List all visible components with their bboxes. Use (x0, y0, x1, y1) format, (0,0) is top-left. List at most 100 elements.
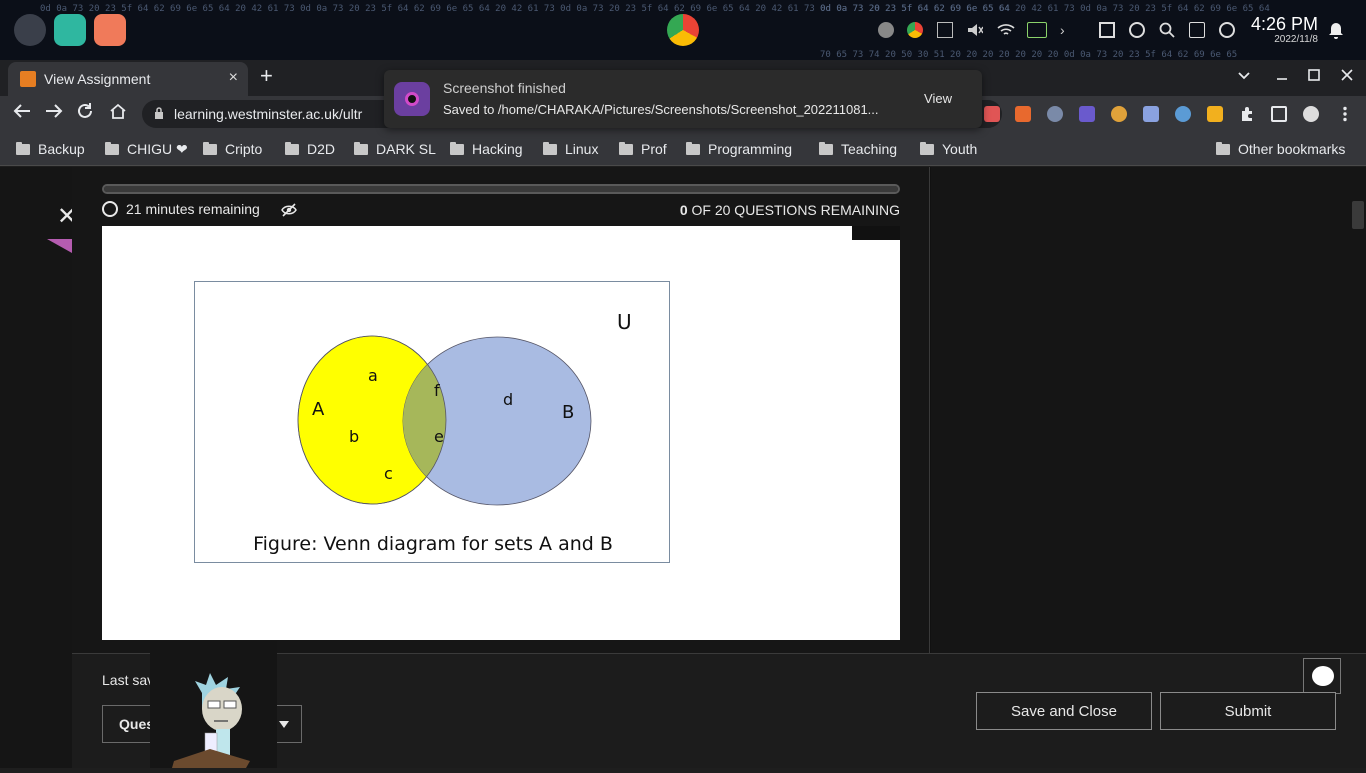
bookmark-folder[interactable]: Programming (686, 141, 792, 159)
question-select-label: Ques (119, 716, 155, 732)
extension-icon[interactable] (1015, 106, 1031, 122)
reload-icon[interactable] (75, 103, 97, 124)
notification-bell-icon[interactable] (1328, 22, 1344, 39)
screenshot-icon[interactable] (1099, 22, 1115, 38)
battery-icon[interactable] (1027, 22, 1047, 38)
tab-search-chevron-icon[interactable] (1238, 68, 1250, 84)
bookmark-folder[interactable]: D2D (285, 141, 335, 159)
folder-icon (686, 142, 700, 155)
left-rail: ✕ (0, 167, 77, 768)
bookmark-label: Teaching (841, 141, 898, 157)
bookmark-folder[interactable]: Youth (920, 141, 977, 159)
notification-message: Saved to /home/CHARAKA/Pictures/Screensh… (443, 102, 879, 117)
bookmark-label: Other bookmarks (1238, 141, 1346, 157)
lock-icon (155, 107, 163, 119)
screenshot-notification[interactable]: Screenshot finished Saved to /home/CHARA… (384, 70, 982, 128)
bookmark-label: DARK SL (376, 141, 436, 157)
bookmark-label: CHIGU ❤ (127, 141, 188, 157)
keyboard-icon[interactable] (937, 22, 953, 38)
last-saved-text: Last sav (102, 672, 155, 688)
scrollbar-thumb[interactable] (1352, 201, 1364, 229)
element-c: c (384, 464, 393, 483)
venn-diagram: U A B a b c f e d Figure: Venn diagram f… (253, 310, 632, 555)
pencil-favicon-icon (20, 71, 36, 87)
activity-icon[interactable] (1129, 22, 1145, 38)
bookmark-folder[interactable]: Hacking (450, 141, 523, 159)
app-launcher-icon[interactable] (14, 14, 46, 46)
bookmark-label: Youth (942, 141, 978, 157)
venn-caption: Figure: Venn diagram for sets A and B (253, 533, 613, 555)
other-bookmarks-folder[interactable]: Other bookmarks (1216, 141, 1345, 159)
submit-button[interactable]: Submit (1160, 692, 1336, 730)
extension-icon[interactable] (1079, 106, 1095, 122)
search-icon[interactable] (1159, 22, 1175, 38)
progress-fill (104, 186, 898, 192)
terminal-app-icon[interactable] (54, 14, 86, 46)
tab-close-icon[interactable]: × (229, 69, 238, 87)
question-card: U A B a b c f e d Figure: Venn diagram f… (102, 226, 900, 640)
bookmark-label: Linux (565, 141, 599, 157)
questions-remaining: 0 OF 20 QUESTIONS REMAINING (680, 202, 900, 218)
keyboard-layout-icon[interactable] (1189, 22, 1205, 38)
profile-avatar-icon[interactable] (1303, 106, 1319, 122)
card-corner-tab (852, 226, 900, 240)
back-arrow-icon[interactable] (11, 103, 33, 124)
extension-icon[interactable] (1111, 106, 1127, 122)
bookmark-folder[interactable]: Cripto (203, 141, 262, 159)
folder-icon (619, 142, 633, 155)
power-icon[interactable] (1219, 22, 1235, 38)
element-d: d (503, 390, 513, 409)
corner-triangle-icon (47, 239, 72, 253)
notification-title: Screenshot finished (443, 80, 566, 96)
volume-muted-icon[interactable] (967, 22, 984, 38)
tray-app-icon[interactable] (878, 22, 894, 38)
extension-icon[interactable] (1143, 106, 1159, 122)
forward-arrow-icon[interactable] (43, 103, 65, 124)
bookmark-label: Prof (641, 141, 667, 157)
right-panel (931, 167, 1366, 653)
extension-icon[interactable] (1175, 106, 1191, 122)
chrome-tray-icon[interactable] (907, 22, 923, 38)
bookmark-folder[interactable]: DARK SL (354, 141, 436, 159)
bookmark-folder[interactable]: Backup (16, 141, 85, 159)
bookmark-folder[interactable]: Linux (543, 141, 598, 159)
element-f: f (434, 381, 440, 400)
maximize-icon[interactable] (1308, 68, 1320, 84)
extension-icon[interactable] (1047, 106, 1063, 122)
folder-icon (354, 142, 368, 155)
os-clock[interactable]: 4:26 PM 2022/11/8 (1251, 14, 1318, 46)
chat-button[interactable] (1303, 658, 1341, 694)
new-tab-button[interactable]: + (260, 64, 273, 88)
set-b-label: B (562, 402, 574, 423)
home-icon[interactable] (107, 103, 129, 124)
venn-diagram-frame: U A B a b c f e d Figure: Venn diagram f… (194, 281, 670, 563)
kebab-menu-icon[interactable] (1337, 106, 1353, 122)
extension-icon[interactable] (1207, 106, 1223, 122)
bookmark-folder[interactable]: Teaching (819, 141, 897, 159)
chat-bubble-icon (1312, 666, 1334, 686)
chrome-taskbar-icon[interactable] (667, 14, 699, 46)
bookmark-folder[interactable]: Prof (619, 141, 667, 159)
minimize-icon[interactable] (1276, 68, 1288, 84)
bookmark-label: Cripto (225, 141, 263, 157)
element-a: a (368, 366, 378, 385)
puzzle-extensions-icon[interactable] (1239, 106, 1255, 122)
notification-view-button[interactable]: View (924, 91, 952, 106)
extension-icon[interactable] (984, 106, 1000, 122)
save-and-close-button[interactable]: Save and Close (976, 692, 1152, 730)
window-close-icon[interactable] (1341, 68, 1353, 84)
wifi-icon[interactable] (997, 22, 1015, 38)
terminal-background-text: 0d 0a 73 20 23 5f 64 62 69 6e 65 64 20 4… (820, 4, 1270, 14)
progress-bar (102, 184, 900, 194)
set-a-label: A (312, 399, 325, 420)
bookmark-folder[interactable]: CHIGU ❤ (105, 141, 188, 159)
timer: 21 minutes remaining (102, 201, 260, 217)
folder-icon (105, 142, 119, 155)
url-text: learning.westminster.ac.uk/ultr (174, 106, 363, 122)
chevron-right-icon[interactable]: › (1060, 22, 1076, 38)
hide-timer-eye-icon[interactable] (281, 203, 297, 217)
grid-app-icon[interactable] (94, 14, 126, 46)
tab-view-assignment[interactable]: View Assignment × (8, 62, 248, 96)
folder-icon (1216, 142, 1230, 155)
side-panel-icon[interactable] (1271, 106, 1287, 122)
